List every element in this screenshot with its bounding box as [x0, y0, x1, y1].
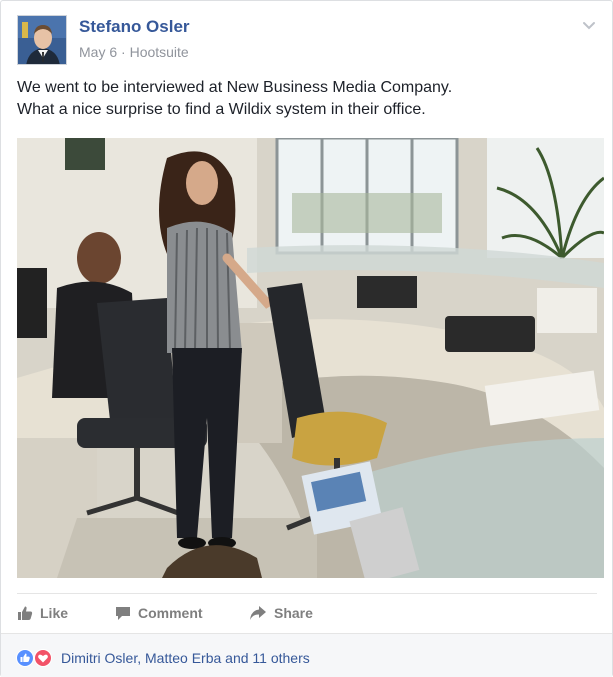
actions-divider	[17, 593, 597, 594]
reaction-summary-link[interactable]: Dimitri Osler, Matteo Erba and 11 others	[61, 650, 310, 666]
comment-label: Comment	[138, 605, 203, 621]
author-avatar[interactable]	[17, 15, 67, 65]
like-button[interactable]: Like	[17, 602, 68, 624]
post-text-line-2: What a nice surprise to find a Wildix sy…	[17, 101, 426, 118]
comment-button[interactable]: Comment	[115, 602, 203, 624]
reactions-bar: Dimitri Osler, Matteo Erba and 11 others	[1, 633, 612, 677]
post-source-link[interactable]: Hootsuite	[130, 44, 189, 60]
share-label: Share	[274, 605, 313, 621]
post-text-line-1: We went to be interviewed at New Busines…	[17, 79, 453, 96]
thumbs-up-icon	[18, 606, 33, 620]
share-arrow-icon	[250, 606, 266, 620]
office-scene-image	[17, 138, 604, 578]
avatar-portrait	[18, 16, 66, 64]
post-photo[interactable]	[17, 138, 604, 578]
post-card: Stefano Osler May 6 · Hootsuite We went …	[0, 0, 613, 677]
chevron-down-icon[interactable]	[579, 15, 599, 35]
love-icon	[34, 649, 52, 667]
post-meta: May 6 · Hootsuite	[79, 44, 189, 60]
share-button[interactable]: Share	[249, 602, 313, 624]
like-label: Like	[40, 605, 69, 621]
author-name-link[interactable]: Stefano Osler	[79, 17, 190, 37]
meta-separator: ·	[121, 44, 126, 60]
post-text: We went to be interviewed at New Busines…	[17, 77, 597, 121]
reaction-icons[interactable]	[16, 649, 56, 667]
like-icon	[16, 649, 34, 667]
speech-bubble-icon	[116, 607, 130, 620]
post-date-link[interactable]: May 6	[79, 44, 117, 60]
